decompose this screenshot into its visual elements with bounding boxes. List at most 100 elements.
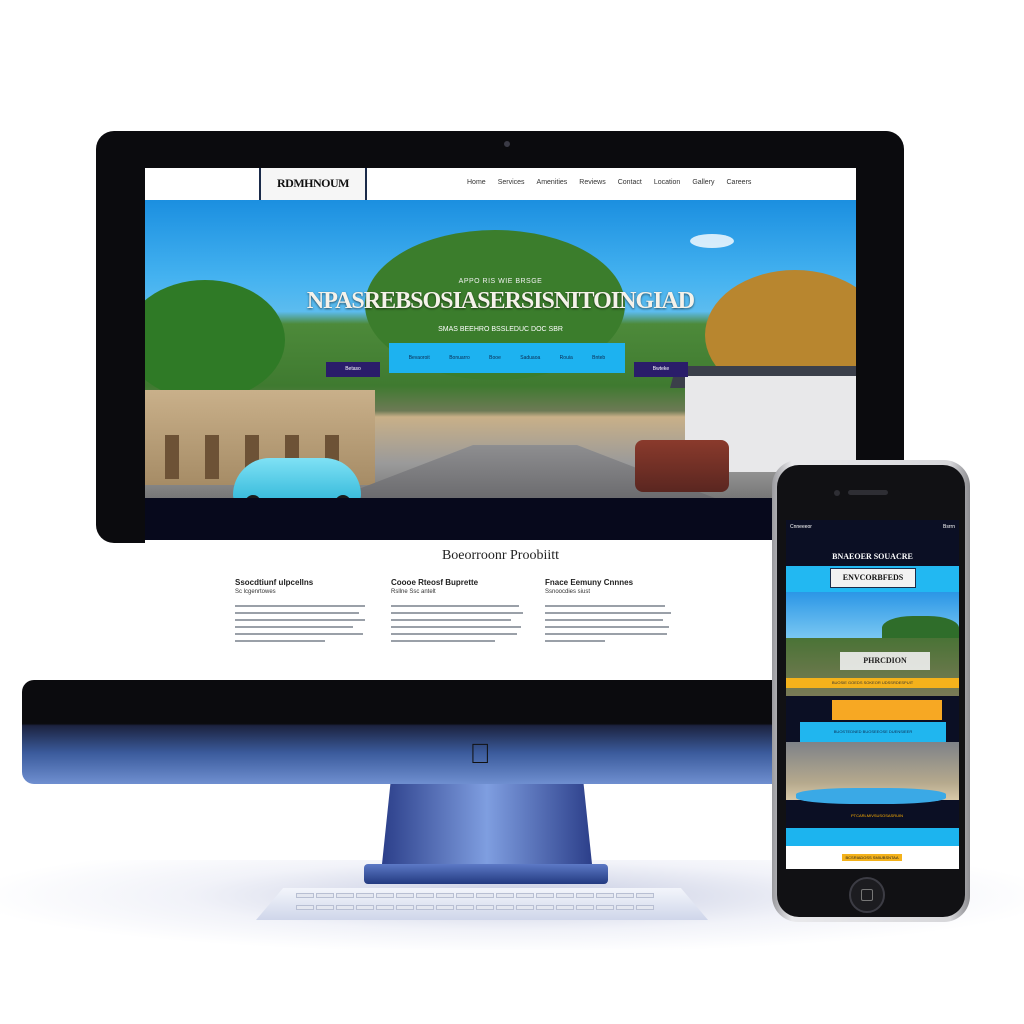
text-line: [235, 626, 353, 628]
keyboard-key: [396, 905, 414, 910]
text-line: [545, 640, 605, 642]
keyboard-key: [436, 893, 454, 898]
text-line: [391, 626, 521, 628]
keyboard-key: [616, 893, 634, 898]
feature-column: Coooe Rteosf Buprette Rsllne Ssc antelt: [391, 578, 527, 647]
keyboard-key: [416, 893, 434, 898]
text-line: [235, 633, 363, 635]
keyboard-key: [616, 905, 634, 910]
hero-right-button[interactable]: Bwteke: [634, 362, 688, 377]
text-line: [545, 626, 669, 628]
phone-orange-strip: BUOSIE GOEDS SOKEOR UDSSRDESPUIT: [786, 678, 959, 688]
keyboard-key: [636, 905, 654, 910]
webcam-icon: [504, 141, 510, 147]
keyboard-key: [296, 905, 314, 910]
cta-item[interactable]: Saduaoa: [520, 355, 540, 361]
section-title: Boeorroonr Proobiitt: [441, 548, 560, 563]
keyboard-key: [636, 893, 654, 898]
feature-heading: Ssocdtiunf ulpcellns: [235, 578, 314, 587]
keyboard-key: [376, 905, 394, 910]
phone-cyan-bar[interactable]: BUOSTEDNED BUOSEEOSE DUENSIEER: [800, 722, 946, 742]
feature-subheading: Sc lcgenrtowes: [235, 589, 276, 595]
monitor-chin: [22, 680, 776, 784]
desktop-screen: RDMHNOUM Home Services Amenities Reviews…: [145, 168, 856, 680]
keyboard: [256, 888, 708, 920]
hero-kicker: APPO RIS WIE BRSGE: [458, 278, 543, 285]
status-right: Bsrrn: [943, 524, 955, 530]
site-logo[interactable]: RDMHNOUM: [259, 168, 367, 202]
keyboard-key: [576, 905, 594, 910]
storage-door: [165, 435, 179, 479]
home-square-icon: [861, 889, 873, 901]
front-camera-icon: [834, 490, 840, 496]
text-line: [235, 605, 365, 607]
storage-door: [205, 435, 219, 479]
cta-item[interactable]: Booe: [489, 355, 501, 361]
phone-logo[interactable]: ENVCORBFEDS: [830, 568, 916, 588]
text-line: [391, 633, 517, 635]
text-line: [391, 619, 511, 621]
dark-band: [145, 498, 856, 540]
keyboard-key: [496, 905, 514, 910]
nav-item-home[interactable]: Home: [467, 179, 486, 186]
nav-item-careers[interactable]: Careers: [727, 179, 752, 186]
earpiece-speaker: [848, 490, 888, 495]
keyboard-key: [556, 905, 574, 910]
text-line: [391, 640, 495, 642]
keyboard-key: [516, 905, 534, 910]
feature-column: Fnace Eemuny Cnnnes Ssnoocdies siust: [545, 578, 681, 647]
nav-item-contact[interactable]: Contact: [618, 179, 642, 186]
cta-item[interactable]: Bonuarro: [449, 355, 470, 361]
text-line: [545, 633, 667, 635]
cta-item[interactable]: Bnteb: [592, 355, 605, 361]
phone-site-title: BNAEOER SOUACRE: [832, 552, 913, 561]
phone-button-secondary[interactable]: BCSRIADOSS SMIUBSNTAA: [842, 854, 902, 861]
text-line: [545, 612, 671, 614]
cta-item[interactable]: Rouia: [560, 355, 573, 361]
keyboard-key: [496, 893, 514, 898]
keyboard-key: [596, 893, 614, 898]
apple-logo-icon: : [465, 738, 495, 770]
logo-main-text: RDMHNOUM: [277, 175, 349, 190]
text-line: [391, 612, 523, 614]
keyboard-key: [476, 905, 494, 910]
feature-heading: Fnace Eemuny Cnnnes: [545, 578, 634, 587]
keyboard-key: [296, 893, 314, 898]
feature-subheading: Ssnoocdies siust: [545, 589, 591, 595]
text-line: [235, 619, 365, 621]
nav-item-location[interactable]: Location: [654, 179, 680, 186]
keyboard-key: [316, 905, 334, 910]
nav-item-amenities[interactable]: Amenities: [537, 179, 568, 186]
keyboard-key: [556, 893, 574, 898]
keyboard-key: [336, 905, 354, 910]
main-nav: Home Services Amenities Reviews Contact …: [467, 179, 751, 186]
text-line: [545, 605, 665, 607]
phone-hero-title: PHRCDION: [840, 652, 930, 670]
nav-item-reviews[interactable]: Reviews: [579, 179, 605, 186]
cta-item[interactable]: Bevaoroit: [409, 355, 430, 361]
feature-heading: Coooe Rteosf Buprette: [391, 578, 479, 587]
keyboard-key: [456, 893, 474, 898]
keyboard-key: [356, 905, 374, 910]
nav-item-gallery[interactable]: Gallery: [692, 179, 714, 186]
text-line: [235, 640, 325, 642]
phone-button-primary[interactable]: PTCARLMIVSUSOSASRUIN: [832, 812, 922, 820]
text-line: [545, 619, 663, 621]
text-line: [391, 605, 519, 607]
monitor-stand: [382, 784, 592, 864]
hero-subtitle: SMAS BEEHRO BSSLEDUC DOC SBR: [438, 326, 563, 333]
hero-title: NPASREBSOSIASERSISNITOINGIAD: [306, 288, 695, 314]
keyboard-key: [376, 893, 394, 898]
keyboard-key: [436, 905, 454, 910]
keyboard-key: [316, 893, 334, 898]
phone-screen: Cnneeeor Bsrrn BNAEOER SOUACRE ENVCORBFE…: [786, 520, 959, 869]
site-header: RDMHNOUM Home Services Amenities Reviews…: [145, 168, 856, 212]
phone-orange-bar: [832, 700, 942, 720]
content-section: Boeorroonr Proobiitt Ssocdtiunf ulpcelln…: [145, 540, 856, 680]
nav-item-services[interactable]: Services: [498, 179, 525, 186]
keyboard-key: [476, 893, 494, 898]
hero-left-button[interactable]: Betaso: [326, 362, 380, 377]
keyboard-key: [356, 893, 374, 898]
keyboard-key: [536, 893, 554, 898]
keyboard-key: [336, 893, 354, 898]
